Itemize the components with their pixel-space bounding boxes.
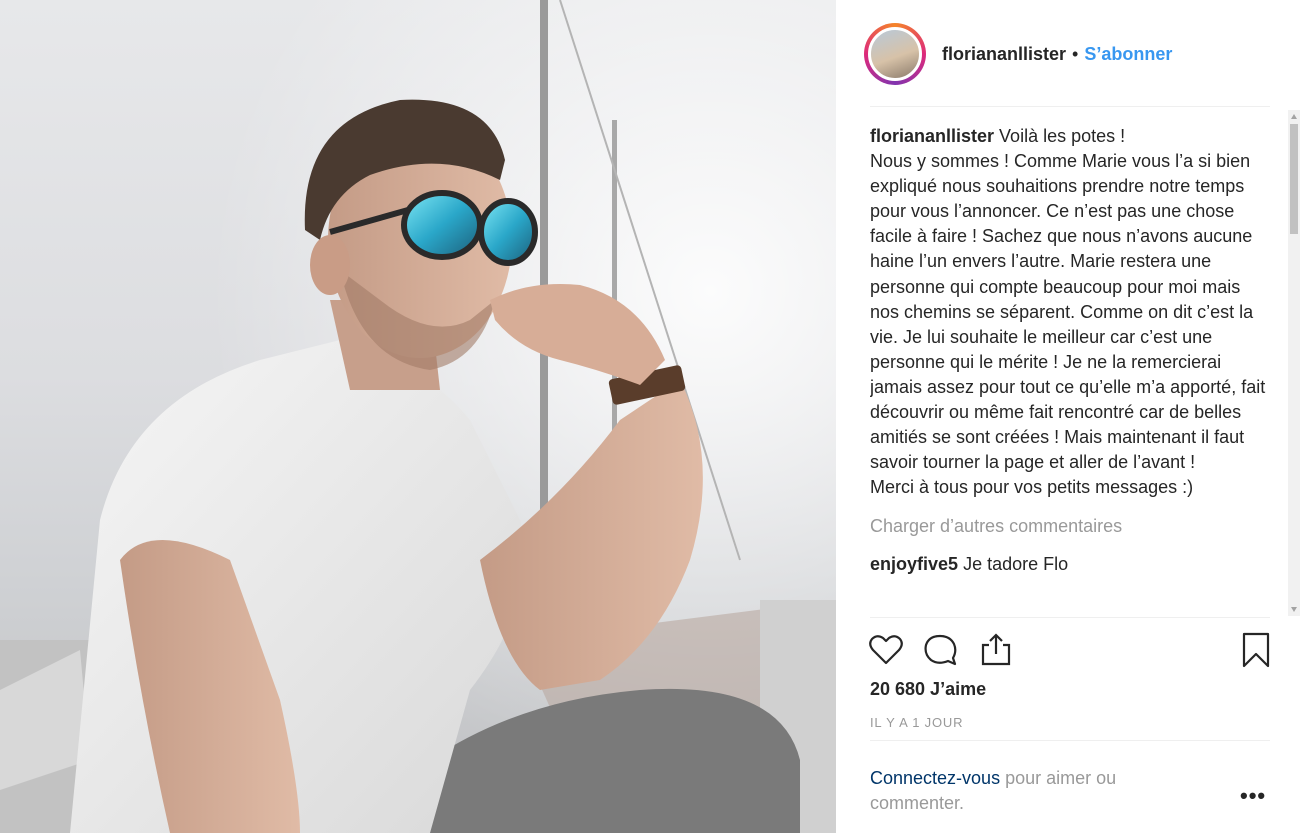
caption-username[interactable]: floriananllister — [870, 126, 994, 146]
header-username[interactable]: floriananllister — [942, 44, 1066, 65]
scroll-up-arrow[interactable] — [1291, 114, 1297, 119]
load-more-comments-button[interactable]: Charger d’autres commentaires — [870, 514, 1270, 539]
divider — [870, 740, 1270, 741]
photo-illustration — [0, 0, 836, 833]
comment-icon — [924, 634, 957, 666]
login-prompt: Connectez-vous pour aimer ou commenter. — [870, 766, 1200, 816]
avatar-ring[interactable] — [864, 23, 926, 85]
caption: floriananllister Voilà les potes ! Nous … — [870, 124, 1270, 500]
like-button[interactable] — [866, 630, 906, 670]
header-dot: • — [1072, 43, 1079, 64]
caption-text: Voilà les potes ! Nous y sommes ! Comme … — [870, 126, 1266, 498]
comment-item: enjoyfive5 Je tadore Flo — [870, 552, 1270, 577]
share-icon — [981, 633, 1011, 666]
divider — [870, 617, 1270, 618]
avatar[interactable] — [868, 27, 922, 81]
heart-icon — [869, 635, 903, 665]
comment-button[interactable] — [920, 630, 960, 670]
login-link[interactable]: Connectez-vous — [870, 768, 1000, 788]
comment-username[interactable]: enjoyfive5 — [870, 554, 958, 574]
comment-text: Je tadore Flo — [963, 553, 1069, 574]
comments-section[interactable]: floriananllister Voilà les potes ! Nous … — [870, 124, 1270, 616]
follow-button[interactable]: S’abonner — [1084, 44, 1172, 65]
likes-count[interactable]: 20 680 J’aime — [870, 679, 986, 700]
save-button[interactable] — [1236, 630, 1276, 670]
post-side-panel: floriananllister • S’abonner floriananll… — [836, 0, 1300, 833]
post-header: floriananllister • S’abonner — [864, 18, 1270, 90]
share-button[interactable] — [976, 630, 1016, 670]
comments-scrollbar[interactable] — [1288, 110, 1300, 616]
scroll-thumb[interactable] — [1290, 124, 1298, 234]
post-photo — [0, 0, 836, 833]
action-bar — [866, 628, 1276, 672]
more-options-icon[interactable]: ••• — [1240, 785, 1266, 807]
bookmark-icon — [1242, 632, 1270, 668]
divider — [870, 106, 1270, 107]
post-timestamp[interactable]: Il y a 1 jour — [870, 715, 963, 730]
scroll-down-arrow[interactable] — [1291, 607, 1297, 612]
